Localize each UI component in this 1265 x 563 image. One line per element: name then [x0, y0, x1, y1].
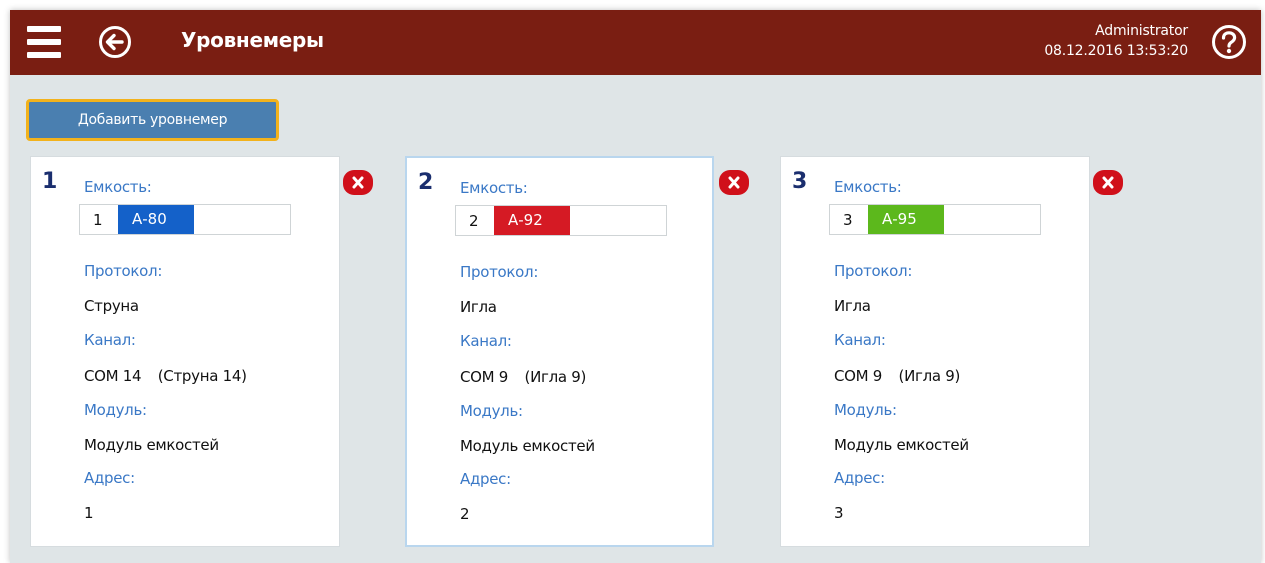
remove-gauge-2-icon[interactable] — [719, 170, 749, 195]
tank-label: Емкость: — [84, 178, 152, 196]
module-label: Модуль: — [84, 401, 147, 419]
channel-device: (Игла 9) — [524, 368, 587, 386]
channel-value: COM 9 (Игла 9) — [460, 368, 586, 386]
user-info: Administrator 08.12.2016 13:53:20 — [1044, 21, 1188, 61]
channel-value: COM 14 (Струна 14) — [84, 367, 247, 385]
tank-field[interactable]: 2 А-92 — [455, 205, 667, 236]
protocol-label: Протокол: — [460, 263, 539, 281]
tank-field[interactable]: 1 А-80 — [79, 204, 291, 235]
top-bar: Уровнемеры Administrator 08.12.2016 13:5… — [10, 10, 1261, 75]
channel-label: Канал: — [834, 331, 886, 349]
module-value: Модуль емкостей — [834, 436, 969, 454]
channel-device: (Струна 14) — [157, 367, 247, 385]
fuel-badge: А-92 — [494, 206, 570, 235]
tank-label: Емкость: — [834, 178, 902, 196]
fuel-badge: А-95 — [868, 205, 944, 234]
tank-field[interactable]: 3 А-95 — [829, 204, 1041, 235]
fuel-badge: А-80 — [118, 205, 194, 234]
module-label: Модуль: — [834, 401, 897, 419]
page-title: Уровнемеры — [181, 28, 324, 52]
back-arrow-icon[interactable] — [98, 25, 132, 59]
channel-device: (Игла 9) — [898, 367, 961, 385]
datetime: 08.12.2016 13:53:20 — [1044, 43, 1188, 59]
card-number: 1 — [42, 169, 58, 194]
tank-number: 3 — [843, 211, 853, 229]
gauge-card-1[interactable]: 1 Емкость: 1 А-80 Протокол: Струна Канал… — [30, 156, 340, 547]
protocol-label: Протокол: — [834, 262, 913, 280]
address-label: Адрес: — [460, 470, 511, 488]
tank-number: 2 — [469, 212, 479, 230]
remove-gauge-3-icon[interactable] — [1093, 170, 1123, 195]
module-label: Модуль: — [460, 402, 523, 420]
card-number: 2 — [418, 170, 434, 195]
remove-gauge-1-icon[interactable] — [343, 170, 373, 195]
channel-label: Канал: — [460, 332, 512, 350]
hamburger-menu-icon[interactable] — [27, 26, 61, 58]
user-name: Administrator — [1095, 23, 1188, 39]
address-value: 2 — [460, 505, 470, 523]
protocol-value: Игла — [834, 297, 871, 315]
protocol-value: Струна — [84, 297, 139, 315]
channel-port: COM 9 — [834, 367, 883, 385]
card-number: 3 — [792, 169, 808, 194]
gauge-card-2[interactable]: 2 Емкость: 2 А-92 Протокол: Игла Канал: … — [405, 156, 714, 547]
help-icon[interactable] — [1211, 24, 1247, 60]
gauge-card-3[interactable]: 3 Емкость: 3 А-95 Протокол: Игла Канал: … — [780, 156, 1090, 547]
address-label: Адрес: — [834, 469, 885, 487]
add-level-gauge-button[interactable]: Добавить уровнемер — [26, 99, 279, 141]
channel-port: COM 14 — [84, 367, 142, 385]
module-value: Модуль емкостей — [460, 437, 595, 455]
address-value: 3 — [834, 504, 844, 522]
app-window: Уровнемеры Administrator 08.12.2016 13:5… — [10, 10, 1261, 563]
tank-label: Емкость: — [460, 179, 528, 197]
protocol-value: Игла — [460, 298, 497, 316]
channel-value: COM 9 (Игла 9) — [834, 367, 960, 385]
address-label: Адрес: — [84, 469, 135, 487]
address-value: 1 — [84, 504, 94, 522]
protocol-label: Протокол: — [84, 262, 163, 280]
tank-number: 1 — [93, 211, 103, 229]
module-value: Модуль емкостей — [84, 436, 219, 454]
channel-port: COM 9 — [460, 368, 509, 386]
channel-label: Канал: — [84, 331, 136, 349]
